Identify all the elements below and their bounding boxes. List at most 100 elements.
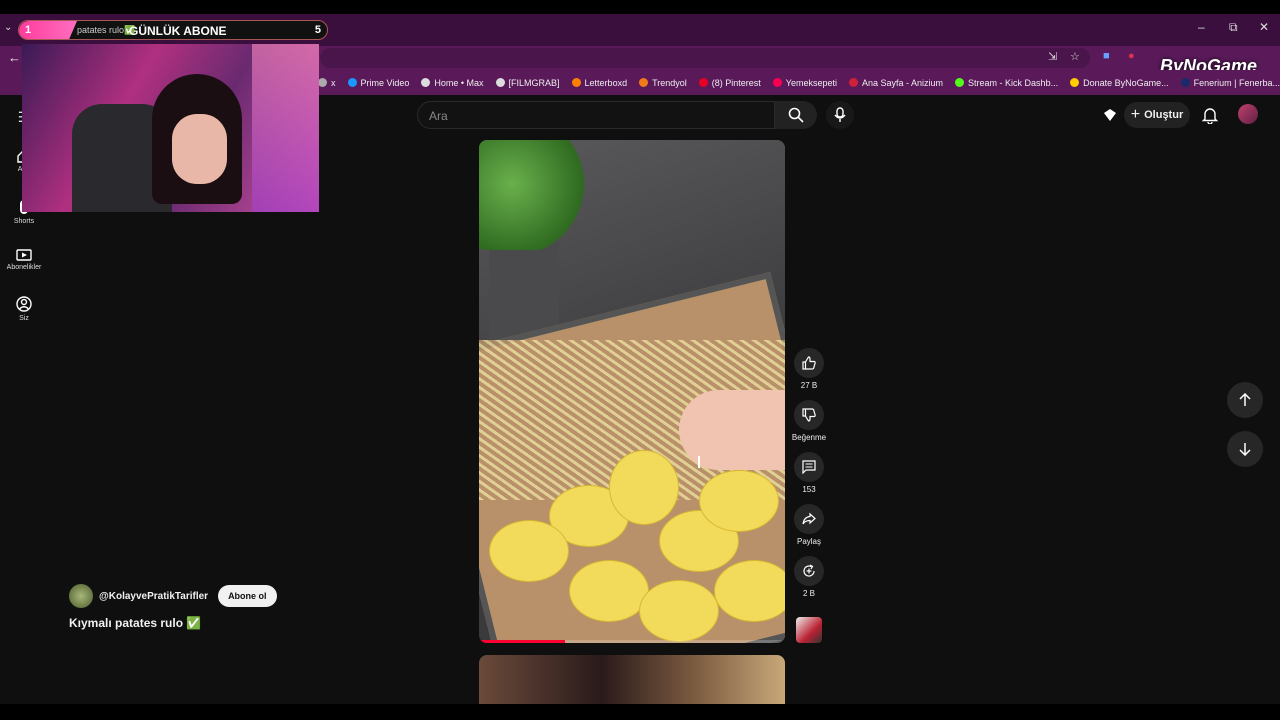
dislike-label: Beğenme (791, 433, 827, 442)
video-potato-slice (639, 580, 719, 642)
streamer-face-image (172, 114, 227, 184)
bookmark-label: [FILMGRAB] (508, 77, 560, 88)
bookmark-favicon-icon (849, 78, 858, 87)
arrow-up-icon (1239, 393, 1251, 406)
create-button[interactable]: + Oluştur (1124, 102, 1190, 128)
video-hand (679, 390, 785, 470)
sidebar-item-you[interactable]: Siz (0, 296, 48, 322)
bookmark-label: (8) Pinterest (711, 77, 761, 88)
close-window-button[interactable]: ✕ (1259, 20, 1269, 34)
previous-video-button[interactable] (1227, 382, 1263, 418)
bookmark-label: Fenerium | Fenerba... (1193, 77, 1280, 88)
next-short-preview[interactable] (479, 655, 785, 704)
bookmark-item[interactable]: Yemeksepeti (772, 77, 837, 88)
thumbs-up-icon (802, 356, 816, 370)
channel-info: @KolayvePratikTarifler Abone ol (69, 584, 277, 608)
video-potato-slice (489, 520, 569, 582)
comment-count: 153 (802, 485, 816, 494)
bookmark-label: Trendyol (652, 77, 687, 88)
back-arrow-icon[interactable]: ← (8, 50, 21, 65)
bookmark-label: Stream - Kick Dashb... (968, 77, 1059, 88)
shorts-video-player[interactable] (479, 140, 785, 643)
comment-icon (802, 460, 816, 474)
arrow-down-icon (1239, 443, 1251, 456)
channel-name[interactable]: @KolayvePratikTarifler (99, 591, 208, 602)
bookmark-item[interactable]: Home • Max (421, 77, 484, 88)
bookmark-label: Home • Max (434, 77, 484, 88)
share-label: Paylaş (796, 537, 821, 546)
like-count: 27 B (800, 381, 818, 390)
subscribe-button[interactable]: Abone ol (218, 585, 277, 607)
video-basil-leaves (479, 140, 589, 250)
remix-icon (803, 564, 815, 577)
goal-small-text: patates rulo✅ (77, 25, 136, 35)
remix-button[interactable]: 2 B (790, 556, 828, 598)
like-button[interactable]: 27 B (790, 348, 828, 390)
bookmark-label: Letterboxd (584, 77, 628, 88)
sidebar-label-subscriptions: Abonelikler (6, 264, 42, 271)
bookmark-item[interactable]: Fenerium | Fenerba... (1180, 77, 1280, 88)
bookmark-favicon-icon (495, 78, 505, 87)
bookmark-item[interactable]: Stream - Kick Dashb... (955, 78, 1058, 88)
video-potato-slice (609, 450, 679, 525)
share-button[interactable]: Paylaş (790, 504, 828, 546)
mouse-cursor (698, 456, 706, 468)
bookmark-label: Yemeksepeti (785, 77, 837, 88)
stream-subscriber-goal-overlay: 1 patates rulo✅ GÜNLÜK ABONE 5 (18, 20, 328, 40)
search-input[interactable]: Ara (417, 101, 775, 129)
create-label: Oluştur (1144, 109, 1184, 121)
bookmark-label: Prime Video (360, 77, 410, 88)
bookmark-star-icon[interactable]: ☆ (1070, 50, 1080, 63)
bookmark-item[interactable]: Letterboxd (571, 77, 628, 88)
account-avatar[interactable] (1238, 104, 1258, 124)
minimize-button[interactable]: – (1198, 20, 1205, 34)
bookmark-favicon-icon (698, 78, 708, 87)
comments-button[interactable]: 153 (790, 452, 828, 494)
bookmark-item[interactable]: (8) Pinterest (698, 77, 761, 88)
screen-top-border (0, 0, 1280, 14)
bookmark-favicon-icon (318, 78, 327, 87)
address-bar[interactable] (320, 48, 1090, 68)
bookmark-favicon-icon (421, 78, 431, 87)
bookmark-item[interactable]: Prime Video (347, 77, 410, 88)
pinterest-extension-icon[interactable]: ● (1128, 50, 1135, 62)
sound-source-thumbnail[interactable] (796, 617, 822, 643)
channel-avatar[interactable] (69, 584, 93, 608)
bookmark-favicon-icon (1070, 78, 1080, 87)
next-video-button[interactable] (1227, 431, 1263, 467)
bookmark-label: Donate ByNoGame... (1083, 77, 1169, 88)
microphone-icon (834, 107, 846, 122)
screen-bottom-border (0, 704, 1280, 720)
sidebar-label-shorts: Shorts (13, 218, 35, 225)
bookmark-item[interactable]: Ana Sayfa - Anizium (849, 78, 943, 88)
premium-gem-icon[interactable] (1102, 108, 1118, 122)
goal-current-number: 1 (25, 24, 32, 36)
bookmark-item[interactable]: [FILMGRAB] (495, 77, 560, 88)
bookmark-item[interactable]: x (318, 78, 336, 88)
search-icon (788, 107, 804, 123)
translate-extension-icon[interactable]: ■ (1103, 50, 1110, 62)
notifications-bell-icon[interactable] (1202, 106, 1218, 124)
bookmark-favicon-icon (571, 78, 581, 87)
video-progress-track[interactable] (479, 640, 785, 643)
video-potato-slice (569, 560, 649, 622)
video-title[interactable]: Kıymalı patates rulo ✅ (69, 616, 201, 630)
bookmark-item[interactable]: Donate ByNoGame... (1070, 78, 1169, 88)
sidebar-label-you: Siz (19, 315, 29, 322)
sidebar-item-subscriptions[interactable]: Abonelikler (0, 247, 48, 271)
neon-light-image (252, 44, 319, 212)
voice-search-button[interactable] (826, 101, 854, 129)
bookmark-favicon-icon (772, 78, 782, 87)
search-button[interactable] (775, 101, 817, 129)
video-progress-fill (479, 640, 565, 643)
dislike-button[interactable]: Beğenme (790, 400, 828, 442)
subscriptions-icon (16, 249, 32, 261)
bookmark-favicon-icon (1180, 78, 1190, 87)
install-app-icon[interactable]: ⇲ (1048, 50, 1057, 63)
bookmark-item[interactable]: Trendyol (639, 78, 687, 88)
video-potato-slice (699, 470, 779, 532)
restore-button[interactable]: ⧉ (1229, 20, 1238, 35)
goal-target-number: 5 (314, 24, 321, 36)
video-potato-slice (714, 560, 785, 622)
bookmark-label: Ana Sayfa - Anizium (862, 77, 944, 88)
